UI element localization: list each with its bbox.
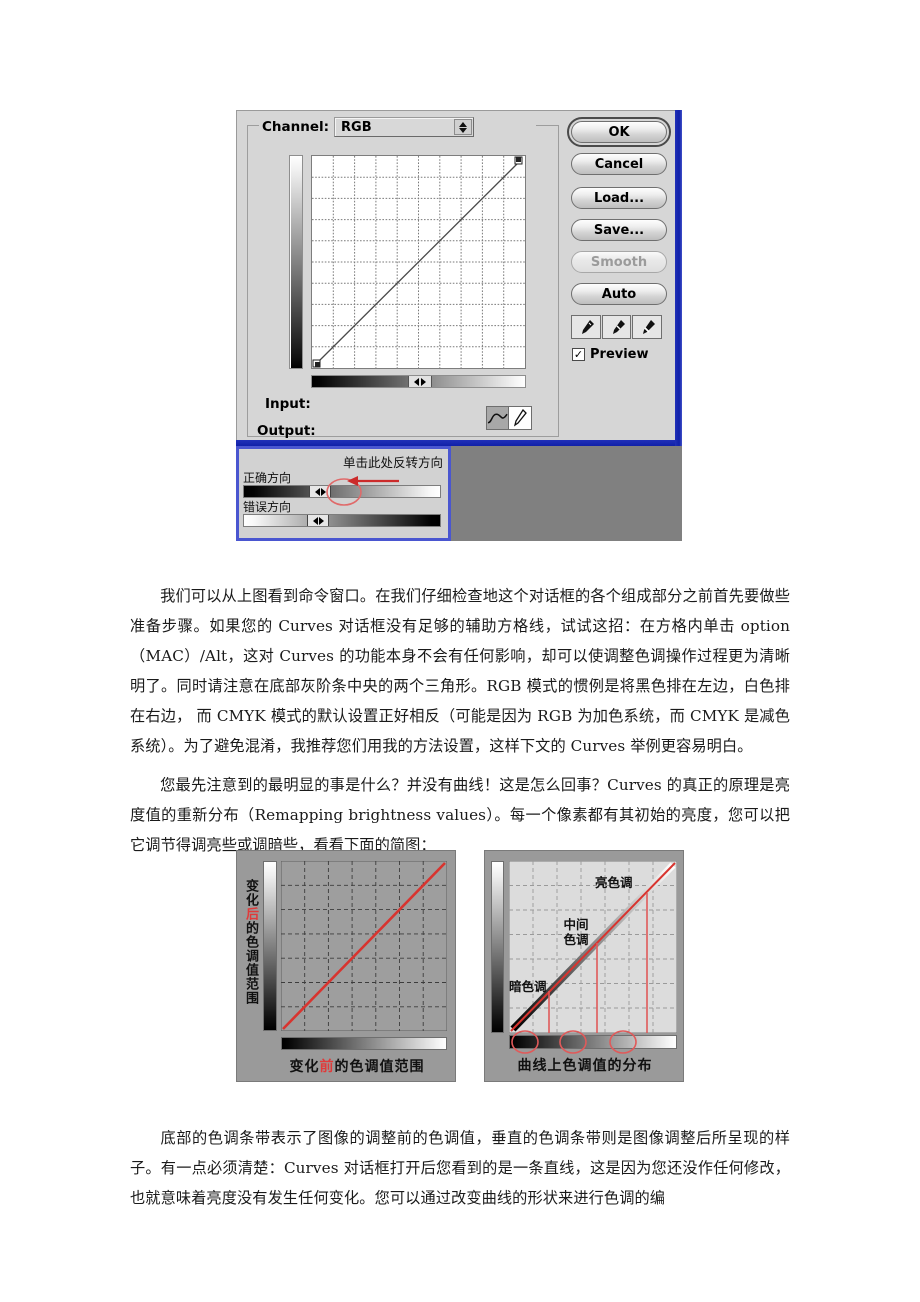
white-point-eyedropper-button[interactable] [632, 315, 663, 339]
vertical-tone-gradient [289, 155, 303, 369]
load-button[interactable]: Load... [571, 187, 667, 209]
eyedropper-icon [612, 320, 625, 334]
preview-label: Preview [590, 347, 649, 362]
gray-point-eyedropper-button[interactable] [601, 315, 632, 339]
paragraph-1: 我们可以从上图看到命令窗口。在我们仔细检查地这个对话框的各个组成部分之前首先要做… [130, 581, 790, 761]
curves-dialog-figure: Channel: RGB Input: Output: OK Cancel Lo… [236, 110, 682, 541]
right-diagram-plot [509, 861, 677, 1033]
channel-selected-value: RGB [341, 119, 372, 135]
dialog-button-column: OK Cancel Load... Save... Smooth Auto ✓ … [567, 117, 671, 362]
paragraph-2: 您最先注意到的最明显的事是什么？并没有曲线！这是怎么回事？Curves 的真正的… [130, 770, 790, 860]
paragraph-3: 底部的色调条带表示了图像的调整前的色调值，垂直的色调条带则是图像调整后所呈现的样… [130, 1123, 790, 1213]
left-horizontal-gradient [281, 1037, 447, 1050]
shadow-tone-label: 暗色调 [509, 979, 547, 994]
vlabel-c: 的色调值范围 [243, 921, 258, 1005]
hlabel-a: 变化 [289, 1059, 320, 1075]
right-diagram-markers [511, 1030, 637, 1054]
midtone-label: 中间 色调 [563, 917, 589, 947]
vlabel-a: 变化 [243, 879, 258, 907]
eyedropper-icon [643, 320, 656, 334]
tone-diagram-before-after: 变化后的色调值范围 变化前的色调值范围 [236, 850, 456, 1082]
left-diagram-vertical-label: 变化后的色调值范围 [241, 879, 260, 1005]
tone-diagram-distribution: 亮色调 中间 色调 暗色调 曲线上色调值的分布 [484, 850, 684, 1082]
smooth-button: Smooth [571, 251, 667, 273]
cancel-button[interactable]: Cancel [571, 153, 667, 175]
left-vertical-gradient [263, 861, 277, 1031]
output-label: Output: [257, 423, 316, 439]
curve-grid[interactable] [311, 155, 526, 369]
paragraph-3-text: 底部的色调条带表示了图像的调整前的色调值，垂直的色调条带则是图像调整后所呈现的样… [130, 1129, 790, 1208]
hlabel-b: 前 [319, 1059, 335, 1075]
chevron-updown-icon[interactable] [454, 119, 473, 135]
arrow-right-icon[interactable] [420, 377, 426, 386]
eyedropper-icon [581, 320, 594, 334]
auto-button[interactable]: Auto [571, 283, 667, 305]
gradient-direction-inset: 单击此处反转方向 正确方向 错误方向 [236, 446, 451, 541]
curve-grid-svg [312, 156, 525, 368]
black-point-eyedropper-button[interactable] [571, 315, 601, 339]
channel-row: Channel: RGB [259, 117, 478, 137]
eyedropper-group [571, 315, 663, 339]
highlight-tone-label: 亮色调 [595, 875, 633, 890]
hlabel-c: 的色调值范围 [334, 1059, 425, 1075]
curve-tool-button[interactable] [487, 407, 509, 429]
arrow-left-icon[interactable] [413, 377, 419, 386]
pencil-tool-button[interactable] [509, 407, 531, 429]
preview-checkbox-row[interactable]: ✓ Preview [572, 347, 671, 362]
gradient-direction-sliders[interactable] [407, 376, 432, 387]
paragraph-1-text: 我们可以从上图看到命令窗口。在我们仔细检查地这个对话框的各个组成部分之前首先要做… [130, 587, 790, 756]
pencil-icon [513, 409, 527, 427]
right-diagram-bottom-label: 曲线上色调值的分布 [517, 1058, 653, 1074]
channel-select[interactable]: RGB [334, 117, 475, 137]
input-label: Input: [265, 396, 311, 412]
preview-checkbox[interactable]: ✓ [572, 348, 585, 361]
photoshop-curves-dialog: Channel: RGB Input: Output: OK Cancel Lo… [236, 110, 682, 446]
ok-button[interactable]: OK [567, 117, 671, 147]
vlabel-b: 后 [243, 907, 258, 921]
paragraph-2-text: 您最先注意到的最明显的事是什么？并没有曲线！这是怎么回事？Curves 的真正的… [130, 776, 790, 855]
inset-annotation-overlay [326, 476, 399, 506]
curve-tool-group[interactable] [486, 406, 532, 430]
tone-diagrams-figure: 变化后的色调值范围 变化前的色调值范围 亮色调 中间 色调 暗色调 曲线上色调值… [236, 850, 684, 1082]
right-vertical-gradient [491, 861, 504, 1033]
save-button[interactable]: Save... [571, 219, 667, 241]
horizontal-tone-gradient[interactable] [311, 375, 526, 388]
channel-label: Channel: [262, 119, 330, 135]
curve-icon [487, 412, 508, 424]
left-diagram-bottom-label: 变化前的色调值范围 [263, 1056, 451, 1076]
left-diagram-plot [281, 861, 447, 1031]
